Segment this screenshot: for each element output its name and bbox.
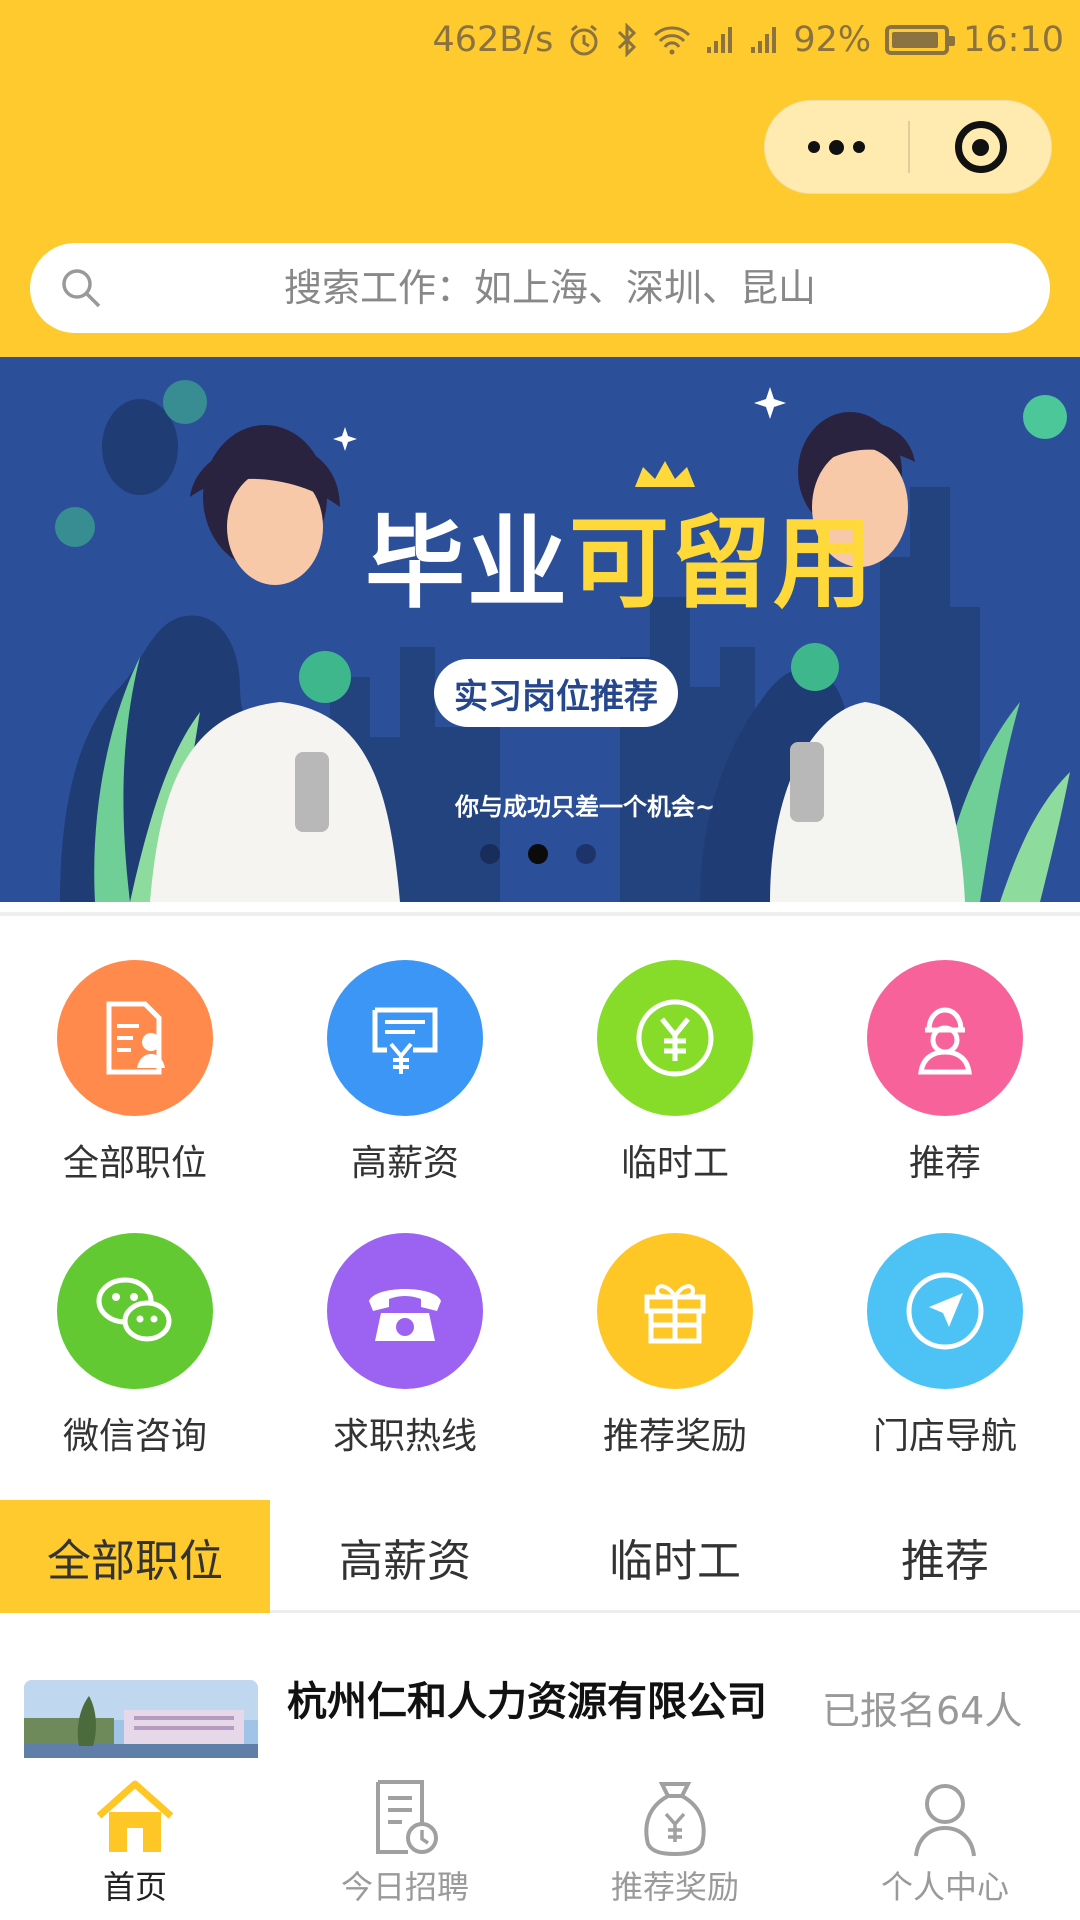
yen-receipt-icon: [327, 960, 483, 1116]
grid-item-label: 门店导航: [872, 1416, 1017, 1457]
grid-item-label: 全部职位: [62, 1143, 207, 1184]
worker-icon: [867, 960, 1023, 1116]
nav-label: 个人中心: [880, 1868, 1009, 1906]
banner-headline: 毕业可留用: [365, 482, 875, 627]
banner-pill: 实习岗位推荐: [434, 659, 678, 727]
tab-temp-work[interactable]: 临时工: [540, 1500, 810, 1613]
banner-headline-yellow: 可留用: [569, 505, 875, 622]
battery-icon: [885, 25, 956, 55]
telephone-icon: [327, 1233, 483, 1389]
grid-item-label: 推荐: [908, 1143, 981, 1184]
carousel-dot[interactable]: [576, 844, 596, 864]
search-icon: [62, 269, 101, 308]
nav-label: 推荐奖励: [610, 1868, 739, 1906]
compass-icon: [867, 1233, 1023, 1389]
grid-item-referral-reward[interactable]: 推荐奖励: [540, 1213, 810, 1486]
status-bar: 462B/s 92% 16:10: [0, 0, 1080, 80]
tab-recommend[interactable]: 推荐: [810, 1500, 1080, 1613]
grid-item-label: 临时工: [620, 1143, 729, 1184]
grid-item-store-navigation[interactable]: 门店导航: [810, 1213, 1080, 1486]
grid-item-label: 推荐奖励: [602, 1416, 747, 1457]
banner-slogan: 你与成功只差一个机会~: [455, 793, 716, 821]
target-icon: [954, 121, 1007, 173]
nav-profile[interactable]: 个人中心: [810, 1758, 1080, 1920]
grid-row: 微信咨询 求职热线 推荐奖励 门店导航: [0, 1213, 1080, 1486]
nav-home[interactable]: 首页: [0, 1758, 270, 1920]
carousel-dot[interactable]: [480, 844, 500, 864]
header: 462B/s 92% 16:10: [0, 0, 1080, 357]
grid-item-job-hotline[interactable]: 求职热线: [270, 1213, 540, 1486]
bottom-navigation: 首页 今日招聘 推荐奖励 个人中心: [0, 1758, 1080, 1920]
tab-all-jobs[interactable]: 全部职位: [0, 1500, 270, 1613]
mini-program-capsule: [764, 100, 1052, 194]
signed-up-count: 已报名64人: [822, 1689, 1023, 1733]
nav-today-jobs[interactable]: 今日招聘: [270, 1758, 540, 1920]
yen-coin-icon: [597, 960, 753, 1116]
alarm-icon: [567, 23, 601, 57]
company-name: 杭州仁和人力资源有限公司: [287, 1679, 767, 1725]
signal-icon: [705, 25, 735, 55]
battery-fill: [892, 32, 939, 48]
search-bar[interactable]: [30, 243, 1050, 333]
nav-label: 今日招聘: [340, 1868, 469, 1906]
job-list-item[interactable]: 杭州仁和人力资源有限公司 已报名64人: [0, 1648, 1080, 1758]
carousel-dot[interactable]: [528, 844, 548, 864]
job-thumbnail: [24, 1680, 258, 1758]
more-options-button[interactable]: [765, 101, 908, 193]
grid-item-recommend[interactable]: 推荐: [810, 940, 1080, 1213]
grid-item-wechat-consult[interactable]: 微信咨询: [0, 1213, 270, 1486]
money-bag-icon: [640, 1776, 710, 1860]
grid-item-all-jobs[interactable]: 全部职位: [0, 940, 270, 1213]
close-mini-program-button[interactable]: [910, 101, 1051, 193]
divider: [0, 912, 1080, 916]
grid-item-label: 求职热线: [332, 1416, 477, 1457]
banner-headline-white: 毕业: [365, 505, 569, 622]
person-icon: [910, 1776, 980, 1860]
grid-item-high-salary[interactable]: 高薪资: [270, 940, 540, 1213]
wechat-icon: [57, 1233, 213, 1389]
search-input[interactable]: [30, 243, 1050, 333]
carousel-indicator: [480, 844, 596, 864]
signal-icon: [749, 25, 779, 55]
home-icon: [93, 1776, 177, 1860]
clock-time: 16:10: [963, 20, 1064, 60]
network-speed: 462B/s: [432, 20, 554, 60]
wifi-icon: [653, 25, 691, 55]
bluetooth-icon: [615, 23, 639, 57]
promo-banner[interactable]: 毕业可留用 实习岗位推荐 你与成功只差一个机会~: [0, 357, 1080, 902]
document-clock-icon: [370, 1776, 440, 1860]
category-grid: 全部职位 高薪资 临时工 推荐 微信咨询 求职热线 推荐奖励 门店导航: [0, 940, 1080, 1486]
battery-percent: 92%: [793, 20, 872, 60]
grid-item-label: 高薪资: [350, 1143, 459, 1184]
gift-icon: [597, 1233, 753, 1389]
grid-item-label: 微信咨询: [62, 1416, 207, 1457]
grid-row: 全部职位 高薪资 临时工 推荐: [0, 940, 1080, 1213]
tab-high-salary[interactable]: 高薪资: [270, 1500, 540, 1613]
document-user-icon: [57, 960, 213, 1116]
grid-item-temp-work[interactable]: 临时工: [540, 940, 810, 1213]
nav-referral-reward[interactable]: 推荐奖励: [540, 1758, 810, 1920]
nav-label: 首页: [102, 1868, 167, 1906]
job-filter-tabs: 全部职位 高薪资 临时工 推荐: [0, 1500, 1080, 1613]
